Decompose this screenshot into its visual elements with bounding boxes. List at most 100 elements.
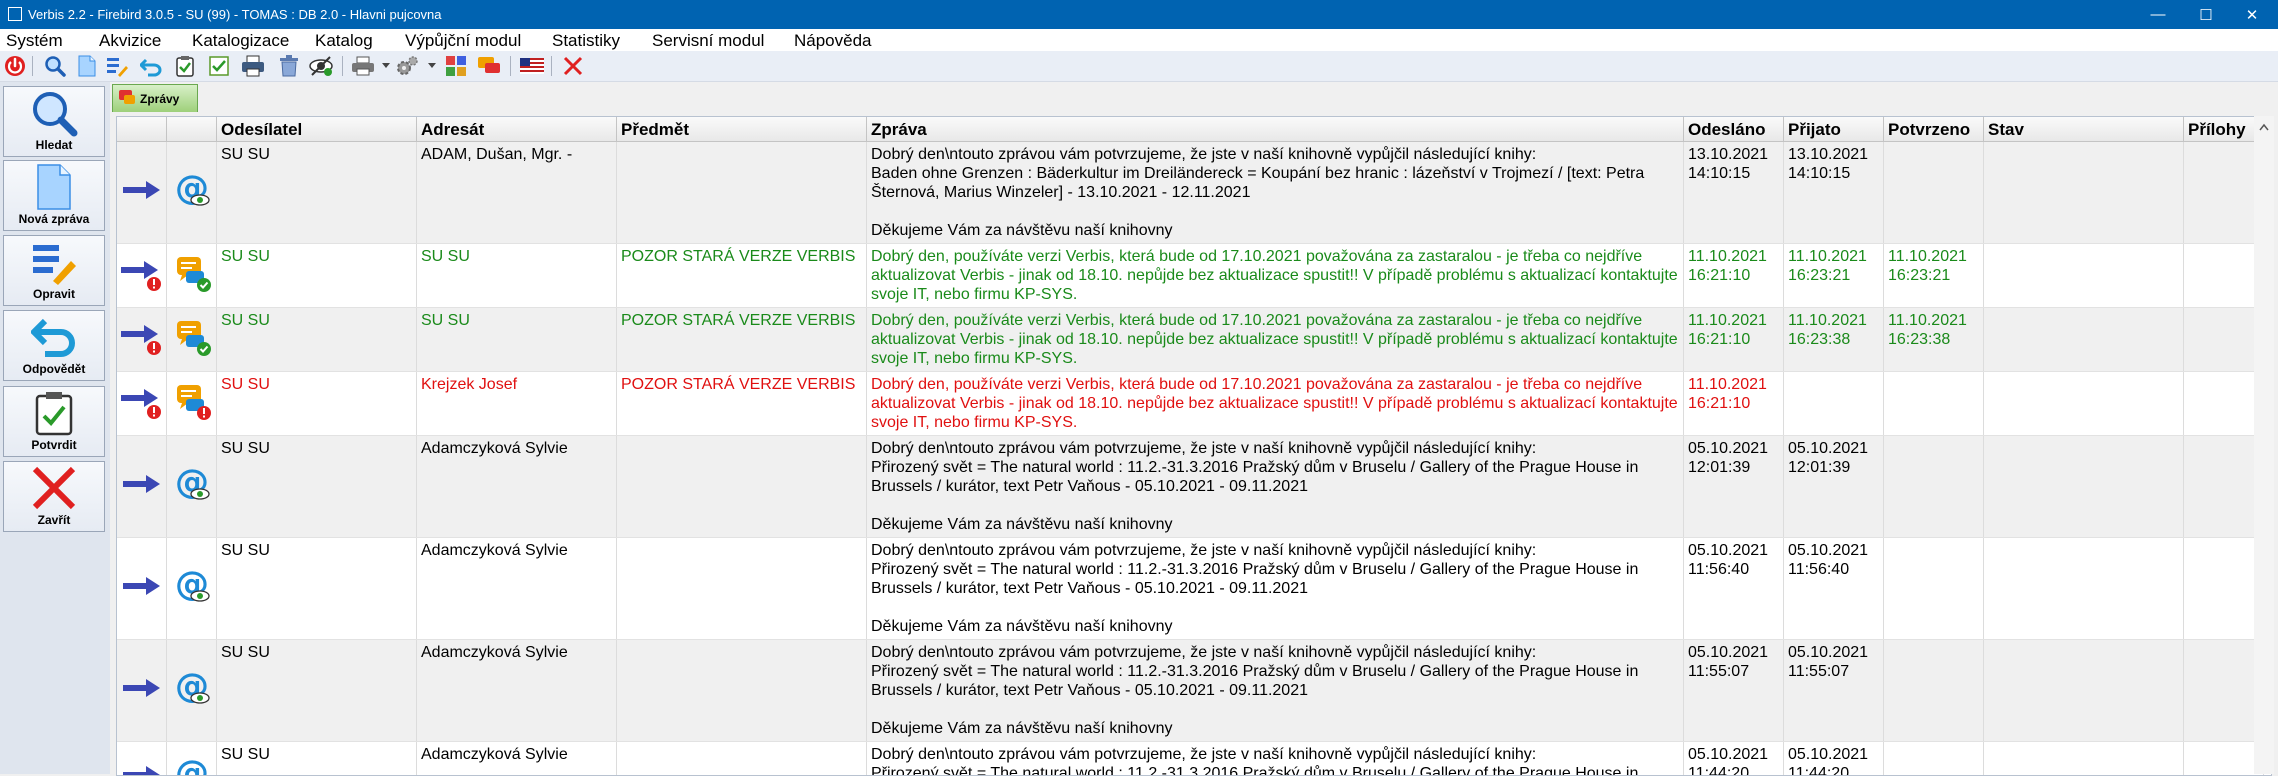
chat-icon[interactable] (476, 54, 502, 78)
col-status[interactable]: Stav (1984, 117, 2184, 141)
received-cell: 11.10.202116:23:38 (1784, 308, 1884, 371)
close-button[interactable]: Zavřít (3, 461, 105, 532)
type-cell (167, 244, 217, 307)
tab-zpravy[interactable]: Zprávy (112, 84, 198, 112)
received-cell-value: 14:10:15 (1788, 164, 1879, 183)
table-row[interactable]: @SU SUAdamczyková SylvieDobrý den\ntouto… (117, 640, 2271, 742)
undo-icon[interactable] (138, 54, 164, 78)
received-cell: 05.10.202111:56:40 (1784, 538, 1884, 639)
col-subject[interactable]: Předmět (617, 117, 867, 141)
recipient-cell: Adamczyková Sylvie (417, 640, 617, 741)
col-sent[interactable]: Odesláno (1684, 117, 1784, 141)
menu-bar: Systém Akvizice Katalogizace Katalog Výp… (0, 29, 2278, 51)
confirm-button-label: Potvrdit (31, 438, 76, 452)
confirmed-cell (1884, 142, 1984, 243)
printer-dropdown-icon[interactable] (350, 54, 376, 78)
close-window-button[interactable]: ✕ (2226, 0, 2278, 29)
gear-dropdown-icon[interactable] (394, 54, 420, 78)
menu-katalog[interactable]: Katalog (315, 31, 373, 51)
status-cell (1984, 538, 2184, 639)
menu-vypujcni-modul[interactable]: Výpůjční modul (405, 31, 521, 51)
eye-icon[interactable] (308, 54, 334, 78)
sent-cell-value: 05.10.2021 (1688, 745, 1779, 764)
menu-katalogizace[interactable]: Katalogizace (192, 31, 289, 51)
table-row[interactable]: @SU SUADAM, Dušan, Mgr. -Dobrý den\ntout… (117, 142, 2271, 244)
us-flag-icon[interactable] (519, 54, 545, 78)
maximize-button[interactable]: ☐ (2180, 0, 2232, 29)
trash-icon[interactable] (276, 54, 302, 78)
sent-cell-value: 16:21:10 (1688, 394, 1779, 413)
chat-confirmed-icon (172, 253, 212, 298)
search-icon[interactable] (42, 54, 68, 78)
attachments-cell (2184, 308, 2264, 371)
type-cell: @ (167, 640, 217, 741)
reply-icon (31, 315, 77, 359)
chat-warning-icon (172, 381, 212, 426)
table-row[interactable]: @SU SUAdamczyková SylvieDobrý den\ntouto… (117, 436, 2271, 538)
menu-servisni-modul[interactable]: Servisní modul (652, 31, 764, 51)
col-attachments[interactable]: Přílohy (2184, 117, 2264, 141)
col-sender[interactable]: Odesílatel (217, 117, 417, 141)
message-line: svoje IT, nebo firmu KP-SYS. (871, 413, 1679, 432)
sent-cell-value: 13.10.2021 (1688, 145, 1779, 164)
received-cell-value: 11:55:07 (1788, 662, 1879, 681)
subject-cell (617, 742, 867, 776)
scroll-up-icon[interactable] (2254, 118, 2274, 138)
menu-system[interactable]: Systém (6, 31, 63, 51)
table-row[interactable]: SU SUSU SUPOZOR STARÁ VERZE VERBISDobrý … (117, 308, 2271, 372)
menu-statistiky[interactable]: Statistiky (552, 31, 620, 51)
recipient-cell: Adamczyková Sylvie (417, 436, 617, 537)
edit-button[interactable]: Opravit (3, 235, 105, 306)
col-type[interactable] (167, 117, 217, 141)
col-confirmed[interactable]: Potvrzeno (1884, 117, 1984, 141)
sent-cell: 11.10.202116:21:10 (1684, 308, 1784, 371)
print-icon[interactable] (240, 54, 266, 78)
menu-akvizice[interactable]: Akvizice (99, 31, 161, 51)
col-direction[interactable] (117, 117, 167, 141)
received-cell-value: 05.10.2021 (1788, 439, 1879, 458)
edit-icon[interactable] (104, 54, 130, 78)
magnifier-icon (30, 89, 78, 137)
close-icon[interactable] (560, 54, 586, 78)
chevron-down-icon[interactable] (382, 63, 390, 68)
sent-cell: 05.10.202112:01:39 (1684, 436, 1784, 537)
message-cell: Dobrý den\ntouto zprávou vám potvrzujeme… (867, 640, 1684, 741)
confirm-button[interactable]: Potvrdit (3, 386, 105, 457)
reply-button[interactable]: Odpovědět (3, 310, 105, 381)
minimize-button[interactable]: — (2132, 0, 2184, 29)
svg-text:@: @ (175, 755, 209, 776)
col-recipient[interactable]: Adresát (417, 117, 617, 141)
vertical-scrollbar[interactable] (2254, 116, 2274, 774)
status-cell (1984, 372, 2184, 435)
clipboard-check-icon[interactable] (172, 54, 198, 78)
sent-cell-value: 12:01:39 (1688, 458, 1779, 477)
puzzle-icon[interactable] (443, 54, 469, 78)
col-received[interactable]: Přijato (1784, 117, 1884, 141)
search-button[interactable]: Hledat (3, 86, 105, 157)
message-line: Brussels / kurátor, text Petr Vaňous - 0… (871, 579, 1679, 598)
col-message[interactable]: Zpráva (867, 117, 1684, 141)
email-icon: @ (172, 464, 212, 509)
menu-napoveda[interactable]: Nápověda (794, 31, 872, 51)
new-message-button[interactable]: Nová zpráva (3, 160, 105, 231)
subject-cell (617, 436, 867, 537)
message-line: Dobrý den\ntouto zprávou vám potvrzujeme… (871, 643, 1679, 662)
arrow-right-icon (122, 179, 162, 206)
power-icon[interactable] (2, 54, 28, 78)
type-cell (167, 372, 217, 435)
table-row[interactable]: @SU SUAdamczyková SylvieDobrý den\ntouto… (117, 742, 2271, 776)
direction-cell (117, 640, 167, 741)
table-row[interactable]: SU SUSU SUPOZOR STARÁ VERZE VERBISDobrý … (117, 244, 2271, 308)
attachments-cell (2184, 372, 2264, 435)
sent-cell-value: 11.10.2021 (1688, 375, 1779, 394)
attachments-cell (2184, 436, 2264, 537)
direction-cell (117, 308, 167, 371)
checkbox-icon[interactable] (206, 54, 232, 78)
table-row[interactable]: SU SUKrejzek JosefPOZOR STARÁ VERZE VERB… (117, 372, 2271, 436)
message-cell: Dobrý den\ntouto zprávou vám potvrzujeme… (867, 436, 1684, 537)
chevron-down-icon[interactable] (428, 63, 436, 68)
table-row[interactable]: @SU SUAdamczyková SylvieDobrý den\ntouto… (117, 538, 2271, 640)
new-document-icon[interactable] (74, 54, 100, 78)
arrow-right-icon (122, 473, 162, 500)
sent-cell-value: 11.10.2021 (1688, 247, 1779, 266)
